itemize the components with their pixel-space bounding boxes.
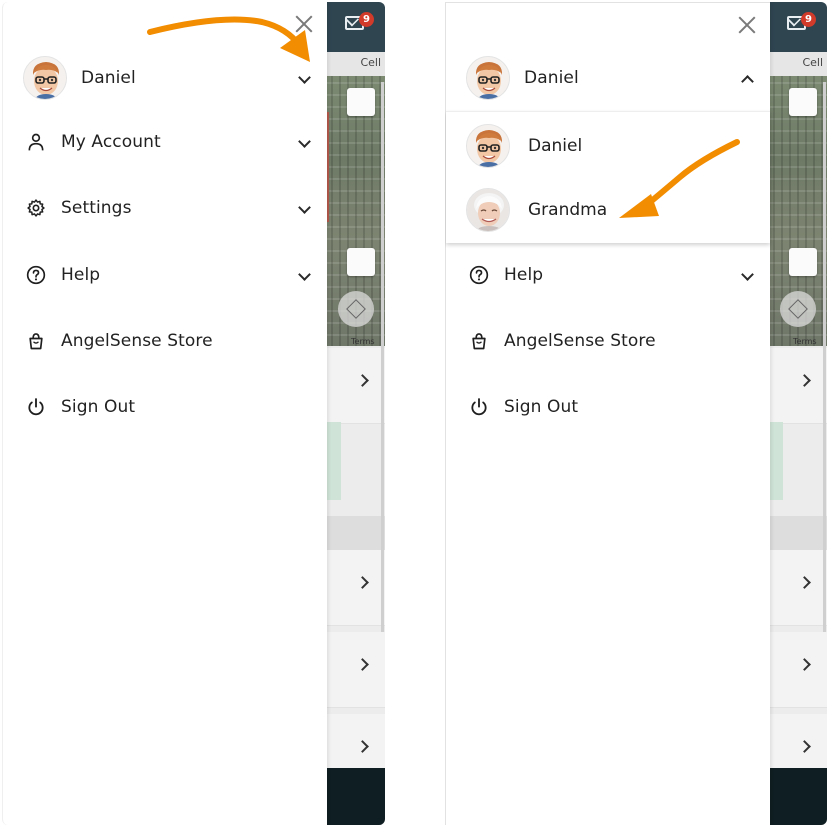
unread-badge: 9 <box>359 12 374 27</box>
shopping-bag-icon <box>25 330 47 352</box>
app-topbar: 9 <box>325 2 385 52</box>
user-switcher[interactable]: Daniel <box>446 52 770 104</box>
chevron-right-icon <box>798 374 811 387</box>
list-item[interactable] <box>325 348 385 424</box>
list-item[interactable] <box>767 550 827 626</box>
menu-item-label: AngelSense Store <box>504 331 656 351</box>
menu-item-label: AngelSense Store <box>61 331 213 351</box>
menu-item-label: My Account <box>61 132 161 152</box>
bottom-bar <box>767 768 827 825</box>
side-drawer: Daniel My Account Settings Help AngelSen… <box>2 2 327 825</box>
question-circle-icon <box>25 264 47 286</box>
recenter-icon[interactable] <box>338 291 374 327</box>
user-option-label: Daniel <box>528 136 583 156</box>
chevron-right-icon <box>356 374 369 387</box>
layers-icon[interactable] <box>347 88 375 116</box>
avatar <box>466 124 510 168</box>
menu-item-sign-out[interactable]: Sign Out <box>446 381 770 433</box>
menu-item-label: Settings <box>61 198 132 218</box>
avatar <box>23 56 67 100</box>
directions-icon[interactable] <box>347 248 375 276</box>
user-switcher[interactable]: Daniel <box>3 52 327 104</box>
scrollbar[interactable] <box>381 82 384 632</box>
scrollbar[interactable] <box>823 82 826 632</box>
menu-item-label: Sign Out <box>61 397 136 417</box>
chevron-up-icon[interactable] <box>741 75 754 88</box>
status-block <box>325 422 341 500</box>
power-icon <box>25 396 47 418</box>
menu-item-label: Help <box>61 265 101 285</box>
tab-cell[interactable]: Cell <box>802 56 823 69</box>
user-name: Daniel <box>81 68 136 88</box>
shopping-bag-icon <box>468 330 490 352</box>
chevron-down-icon[interactable] <box>741 268 754 281</box>
power-icon <box>468 396 490 418</box>
chevron-down-icon[interactable] <box>298 201 311 214</box>
bottom-bar <box>325 768 385 825</box>
list-item[interactable] <box>767 632 827 708</box>
close-icon[interactable] <box>738 16 756 34</box>
avatar <box>466 56 510 100</box>
app-tabs: Cell <box>325 52 385 76</box>
list-item[interactable] <box>767 348 827 424</box>
app-tabs: Cell <box>767 52 827 76</box>
chevron-right-icon <box>798 740 811 753</box>
chevron-right-icon <box>356 658 369 671</box>
menu-item-help[interactable]: Help <box>3 249 327 301</box>
user-option-grandma[interactable]: Grandma <box>446 180 770 240</box>
close-icon[interactable] <box>295 15 313 33</box>
unread-badge: 9 <box>801 12 816 27</box>
user-option-label: Grandma <box>528 200 608 220</box>
user-option-daniel[interactable]: Daniel <box>446 116 770 176</box>
menu-item-store[interactable]: AngelSense Store <box>446 315 770 367</box>
question-circle-icon <box>468 264 490 286</box>
recenter-icon[interactable] <box>780 291 816 327</box>
menu-item-store[interactable]: AngelSense Store <box>3 315 327 367</box>
person-icon <box>25 131 47 153</box>
menu-item-label: Sign Out <box>504 397 579 417</box>
app-topbar: 9 <box>767 2 827 52</box>
side-drawer: Daniel Daniel Grandma Help AngelSense St… <box>445 2 770 825</box>
chevron-right-icon <box>356 740 369 753</box>
menu-item-label: Help <box>504 265 544 285</box>
chevron-right-icon <box>798 576 811 589</box>
user-name: Daniel <box>524 68 579 88</box>
section-divider <box>767 516 827 550</box>
menu-item-my-account[interactable]: My Account <box>3 116 327 168</box>
background-app: 9 Cell Terms <box>767 2 827 825</box>
map-terms-link[interactable]: Terms <box>793 337 817 346</box>
chevron-down-icon[interactable] <box>298 71 311 84</box>
left-screenshot-panel: 9 Cell Terms Daniel My Account Settings … <box>2 2 385 825</box>
menu-item-sign-out[interactable]: Sign Out <box>3 381 327 433</box>
list-item[interactable] <box>325 632 385 708</box>
directions-icon[interactable] <box>789 248 817 276</box>
section-divider <box>325 516 385 550</box>
chevron-right-icon <box>798 658 811 671</box>
right-screenshot-panel: 9 Cell Terms Daniel Daniel Grandma Help … <box>445 2 827 825</box>
background-app: 9 Cell Terms <box>325 2 385 825</box>
menu-item-settings[interactable]: Settings <box>3 182 327 234</box>
layers-icon[interactable] <box>789 88 817 116</box>
gear-icon <box>25 197 47 219</box>
map-terms-link[interactable]: Terms <box>351 337 375 346</box>
avatar <box>466 188 510 232</box>
chevron-down-icon[interactable] <box>298 135 311 148</box>
tab-cell[interactable]: Cell <box>360 56 381 69</box>
user-dropdown: Daniel Grandma <box>446 111 770 243</box>
chevron-right-icon <box>356 576 369 589</box>
chevron-down-icon[interactable] <box>298 268 311 281</box>
list-item[interactable] <box>325 550 385 626</box>
menu-item-help[interactable]: Help <box>446 249 770 301</box>
